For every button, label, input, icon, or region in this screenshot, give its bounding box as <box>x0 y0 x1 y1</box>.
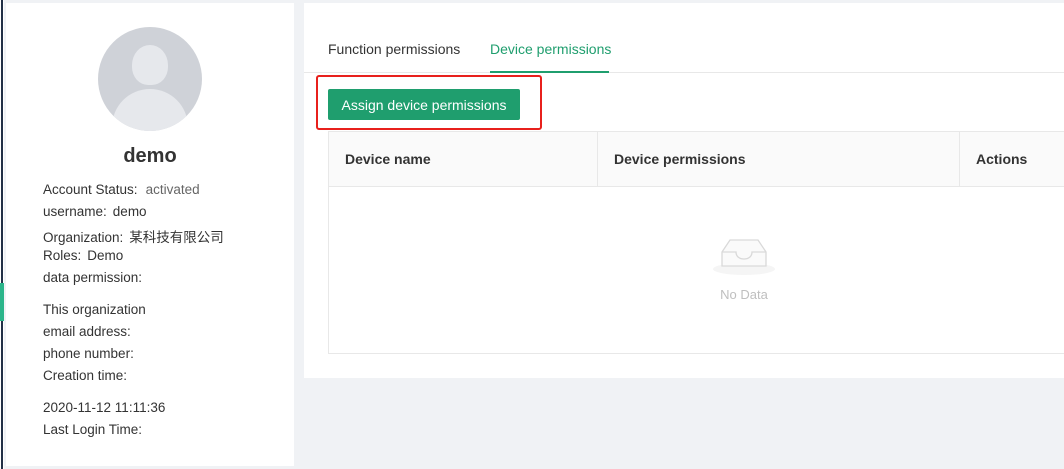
username-row: username: demo <box>43 204 147 219</box>
sidebar-active-indicator <box>0 283 4 321</box>
column-header-device-permissions: Device permissions <box>597 132 959 187</box>
device-permissions-table: Device name Device permissions Actions N… <box>328 131 1064 354</box>
organization-value: 某科技有限公司 <box>129 230 224 245</box>
avatar-head-shape <box>132 45 168 85</box>
username-value: demo <box>112 204 147 219</box>
empty-state-text: No Data <box>720 287 768 302</box>
avatar-body-shape <box>112 89 188 131</box>
creation-time-value: 2020-11-12 11:11:36 <box>43 400 166 415</box>
phone-label: phone number: <box>43 346 134 361</box>
column-header-actions: Actions <box>959 132 1064 187</box>
organization-label: Organization: <box>43 230 124 245</box>
permissions-tabs: Function permissions Device permissions <box>304 3 1064 73</box>
avatar <box>98 27 202 131</box>
data-permission-label: data permission: <box>43 270 143 285</box>
account-status-row: Account Status: activated <box>43 182 200 197</box>
table-header: Device name Device permissions Actions <box>329 132 1064 187</box>
data-permission-value: This organization <box>43 302 146 317</box>
tab-device-permissions[interactable]: Device permissions <box>490 41 611 69</box>
tab-function-permissions[interactable]: Function permissions <box>328 41 460 69</box>
empty-inbox-icon <box>713 239 775 275</box>
organization-row: Organization: 某科技有限公司 <box>43 226 224 246</box>
permissions-panel: Function permissions Device permissions … <box>304 3 1064 378</box>
roles-value: Demo <box>87 248 124 263</box>
sidebar-edge <box>0 0 4 469</box>
username-label: username: <box>43 204 107 219</box>
assign-device-permissions-button[interactable]: Assign device permissions <box>328 89 520 120</box>
email-label: email address: <box>43 324 131 339</box>
user-name: demo <box>123 145 177 167</box>
roles-label: Roles: <box>43 248 82 263</box>
account-status-value: activated <box>145 182 200 197</box>
active-tab-underline <box>490 71 609 73</box>
user-profile-card: demo Account Status: activated username: d… <box>6 3 294 466</box>
account-status-label: Account Status: <box>43 182 138 197</box>
last-login-label: Last Login Time: <box>43 422 143 437</box>
roles-row: Roles: Demo <box>43 248 123 263</box>
creation-time-label: Creation time: <box>43 368 128 383</box>
sidebar-edge-line <box>1 0 3 469</box>
column-header-device-name: Device name <box>345 151 431 167</box>
